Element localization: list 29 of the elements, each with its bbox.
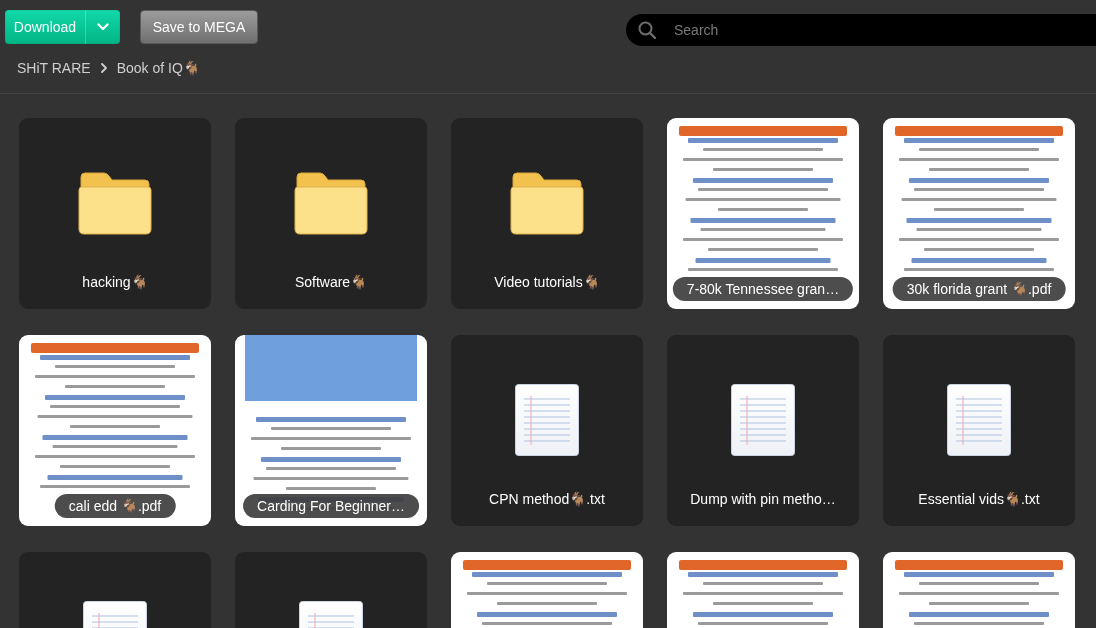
- chevron-right-icon: [100, 63, 107, 73]
- file-name: Essential vids🐐.txt: [918, 491, 1040, 507]
- file-card[interactable]: Essential vids🐐.txt: [883, 335, 1075, 526]
- folder-card[interactable]: Software🐐: [235, 118, 427, 309]
- file-name: Dump with pin metho…: [690, 491, 836, 507]
- file-name: CPN method🐐.txt: [489, 491, 605, 507]
- file-name-label: 30k florida grant 🐐.pdf: [892, 277, 1066, 301]
- text-document-icon: [515, 384, 579, 456]
- text-document-icon: [947, 384, 1011, 456]
- file-card[interactable]: Dump with pin metho…: [667, 335, 859, 526]
- file-name-label: cali edd 🐐.pdf: [54, 494, 176, 518]
- folder-name: Video tutorials🐐: [494, 274, 600, 290]
- folder-card[interactable]: Video tutorials🐐: [451, 118, 643, 309]
- folder-icon: [510, 171, 584, 235]
- breadcrumb-link[interactable]: Book of IQ🐐: [116, 60, 200, 76]
- folder-name: Software🐐: [294, 274, 368, 290]
- folder-icon: [294, 171, 368, 235]
- folder-icon: [78, 171, 152, 235]
- breadcrumb-link[interactable]: SHiT RARE: [17, 60, 91, 76]
- file-card[interactable]: CPN method🐐.txt: [451, 335, 643, 526]
- file-name-label: Carding For Beginner…: [243, 494, 419, 518]
- folder-card[interactable]: hacking🐐: [19, 118, 211, 309]
- search-field[interactable]: Search: [626, 14, 1096, 46]
- save-button[interactable]: Save to MEGA: [140, 10, 258, 44]
- file-name-label: 7-80k Tennessee gran…: [672, 277, 854, 301]
- text-document-icon: [731, 384, 795, 456]
- search-icon: [638, 21, 656, 39]
- caret-icon: [97, 23, 109, 31]
- folder-name: hacking🐐: [82, 274, 148, 290]
